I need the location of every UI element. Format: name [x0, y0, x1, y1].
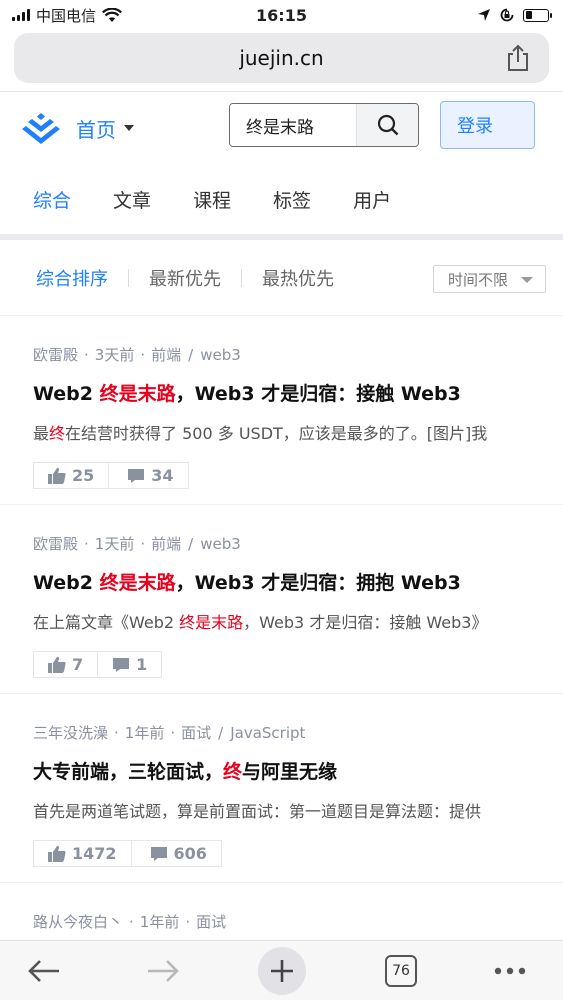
comment-count[interactable]: 34 [151, 466, 173, 485]
site-header: 首页 登录 [0, 92, 563, 164]
like-count[interactable]: 7 [72, 655, 83, 674]
divider [128, 268, 129, 287]
article-title[interactable]: Web2 终是末路，Web3 才是归宿：拥抱 Web3 [33, 568, 531, 595]
search-icon[interactable] [377, 114, 399, 136]
article-item[interactable]: 三年没洗澡 · 1年前 · 面试 / JavaScript 大专前端，三轮面试，终与阿里无缘… [0, 694, 563, 883]
like-count[interactable]: 25 [72, 466, 94, 485]
rotation-lock-icon [500, 8, 514, 22]
like-button[interactable]: 1472 [33, 840, 132, 867]
comment-button[interactable]: 34 [109, 462, 189, 489]
more-menu-button[interactable] [492, 949, 528, 993]
forward-arrow-icon[interactable] [146, 959, 180, 983]
author-name[interactable]: 欧雷殿 [33, 346, 78, 364]
home-dropdown[interactable]: 首页 [76, 114, 134, 143]
browser-bottom-bar: 76 [0, 940, 563, 1000]
comment-button[interactable]: 606 [131, 840, 222, 867]
divider [241, 268, 242, 287]
browser-toolbar: juejin.cn [0, 30, 563, 92]
tag[interactable]: web3 [200, 346, 241, 364]
publish-time: 1年前 [139, 913, 180, 931]
tag[interactable]: 前端 [151, 346, 181, 364]
status-bar: 中国电信 16:15 [0, 0, 563, 30]
tag[interactable]: 前端 [151, 535, 181, 553]
sort-bar: 综合排序 最新优先 最热优先 时间不限 [0, 240, 563, 316]
search-button[interactable] [356, 104, 418, 146]
tab-count[interactable]: 76 [385, 955, 417, 987]
publish-time: 3天前 [94, 346, 135, 364]
location-icon [478, 9, 490, 21]
article-actions: 25 34 [33, 462, 531, 489]
juejin-logo-icon[interactable] [20, 111, 62, 145]
time-filter-value[interactable]: 时间不限 [448, 269, 508, 290]
comment-icon[interactable] [127, 468, 145, 484]
article-actions: 1472 606 [33, 840, 531, 867]
forward-button[interactable] [143, 949, 183, 993]
address-bar[interactable]: juejin.cn [14, 33, 549, 83]
tab-tags[interactable]: 标签 [273, 186, 311, 213]
status-right [477, 7, 552, 23]
comment-icon[interactable] [112, 657, 130, 673]
share-icon[interactable] [505, 44, 531, 72]
article-meta: 欧雷殿 · 3天前 · 前端 / web3 [33, 346, 241, 364]
article-item[interactable]: 路从今夜白丶 · 1年前 · 面试 [0, 883, 563, 943]
article-item[interactable]: 欧雷殿 · 3天前 · 前端 / web3 Web2 终是末路，Web3 才是归宿：接触 W… [0, 316, 563, 505]
search-box [229, 103, 419, 147]
article-item[interactable]: 欧雷殿 · 1天前 · 前端 / web3 Web2 终是末路，Web3 才是归宿：拥抱 W… [0, 505, 563, 694]
tab-all[interactable]: 综合 [33, 186, 71, 213]
thumbs-up-icon[interactable] [48, 656, 66, 673]
sort-newest[interactable]: 最新优先 [149, 265, 221, 291]
article-title[interactable]: 大专前端，三轮面试，终与阿里无缘 [33, 757, 531, 784]
comment-count[interactable]: 1 [136, 655, 147, 674]
new-tab-button[interactable] [258, 947, 306, 995]
article-title[interactable]: Web2 终是末路，Web3 才是归宿：接触 Web3 [33, 379, 531, 406]
plus-icon[interactable] [269, 958, 295, 984]
url-text[interactable]: juejin.cn [239, 46, 323, 70]
carrier-label: 中国电信 [36, 6, 97, 25]
article-abstract[interactable]: 最终在结营时获得了 500 多 USDT，应该是最多的了。[图片]我 [33, 420, 531, 444]
like-button[interactable]: 7 [33, 651, 99, 678]
comment-icon[interactable] [150, 846, 168, 862]
wifi-icon [102, 7, 122, 22]
time-filter-select[interactable]: 时间不限 [433, 265, 546, 293]
back-button[interactable] [24, 949, 64, 993]
login-button[interactable]: 登录 [440, 101, 535, 149]
signal-icon [12, 9, 30, 21]
home-label[interactable]: 首页 [76, 114, 116, 143]
publish-time: 1天前 [94, 535, 135, 553]
tag[interactable]: 面试 [181, 724, 211, 742]
article-abstract[interactable]: 在上篇文章《Web2 终是末路，Web3 才是归宿：接触 Web3》 [33, 609, 531, 633]
like-button[interactable]: 25 [33, 462, 110, 489]
author-name[interactable]: 路从今夜白丶 [33, 913, 123, 931]
tab-articles[interactable]: 文章 [113, 186, 151, 213]
thumbs-up-icon[interactable] [48, 845, 66, 862]
caret-down-icon[interactable] [124, 125, 134, 131]
tag[interactable]: JavaScript [230, 724, 305, 742]
comment-button[interactable]: 1 [98, 651, 163, 678]
article-meta: 路从今夜白丶 · 1年前 · 面试 [33, 913, 227, 931]
article-meta: 三年没洗澡 · 1年前 · 面试 / JavaScript [33, 724, 306, 742]
tag[interactable]: 面试 [196, 913, 226, 931]
battery-icon [523, 8, 552, 22]
author-name[interactable]: 欧雷殿 [33, 535, 78, 553]
article-meta: 欧雷殿 · 1天前 · 前端 / web3 [33, 535, 241, 553]
triangle-down-icon[interactable] [521, 277, 533, 283]
status-left: 中国电信 [12, 5, 122, 26]
article-actions: 7 1 [33, 651, 531, 678]
back-arrow-icon[interactable] [27, 959, 61, 983]
thumbs-up-icon[interactable] [48, 467, 66, 484]
article-abstract[interactable]: 首先是两道笔试题，算是前置面试：第一道题目是算法题：提供 [33, 798, 531, 822]
search-input[interactable] [230, 104, 356, 146]
more-icon[interactable] [494, 967, 526, 975]
search-type-tabs: 综合 文章 课程 标签 用户 [0, 164, 563, 240]
tab-users[interactable]: 用户 [353, 186, 391, 213]
tab-switcher-button[interactable]: 76 [384, 949, 418, 993]
author-name[interactable]: 三年没洗澡 [33, 724, 108, 742]
sort-hottest[interactable]: 最热优先 [262, 265, 334, 291]
comment-count[interactable]: 606 [174, 844, 207, 863]
publish-time: 1年前 [124, 724, 165, 742]
sort-comprehensive[interactable]: 综合排序 [36, 265, 108, 291]
tab-courses[interactable]: 课程 [193, 186, 231, 213]
tag[interactable]: web3 [200, 535, 241, 553]
like-count[interactable]: 1472 [72, 844, 117, 863]
